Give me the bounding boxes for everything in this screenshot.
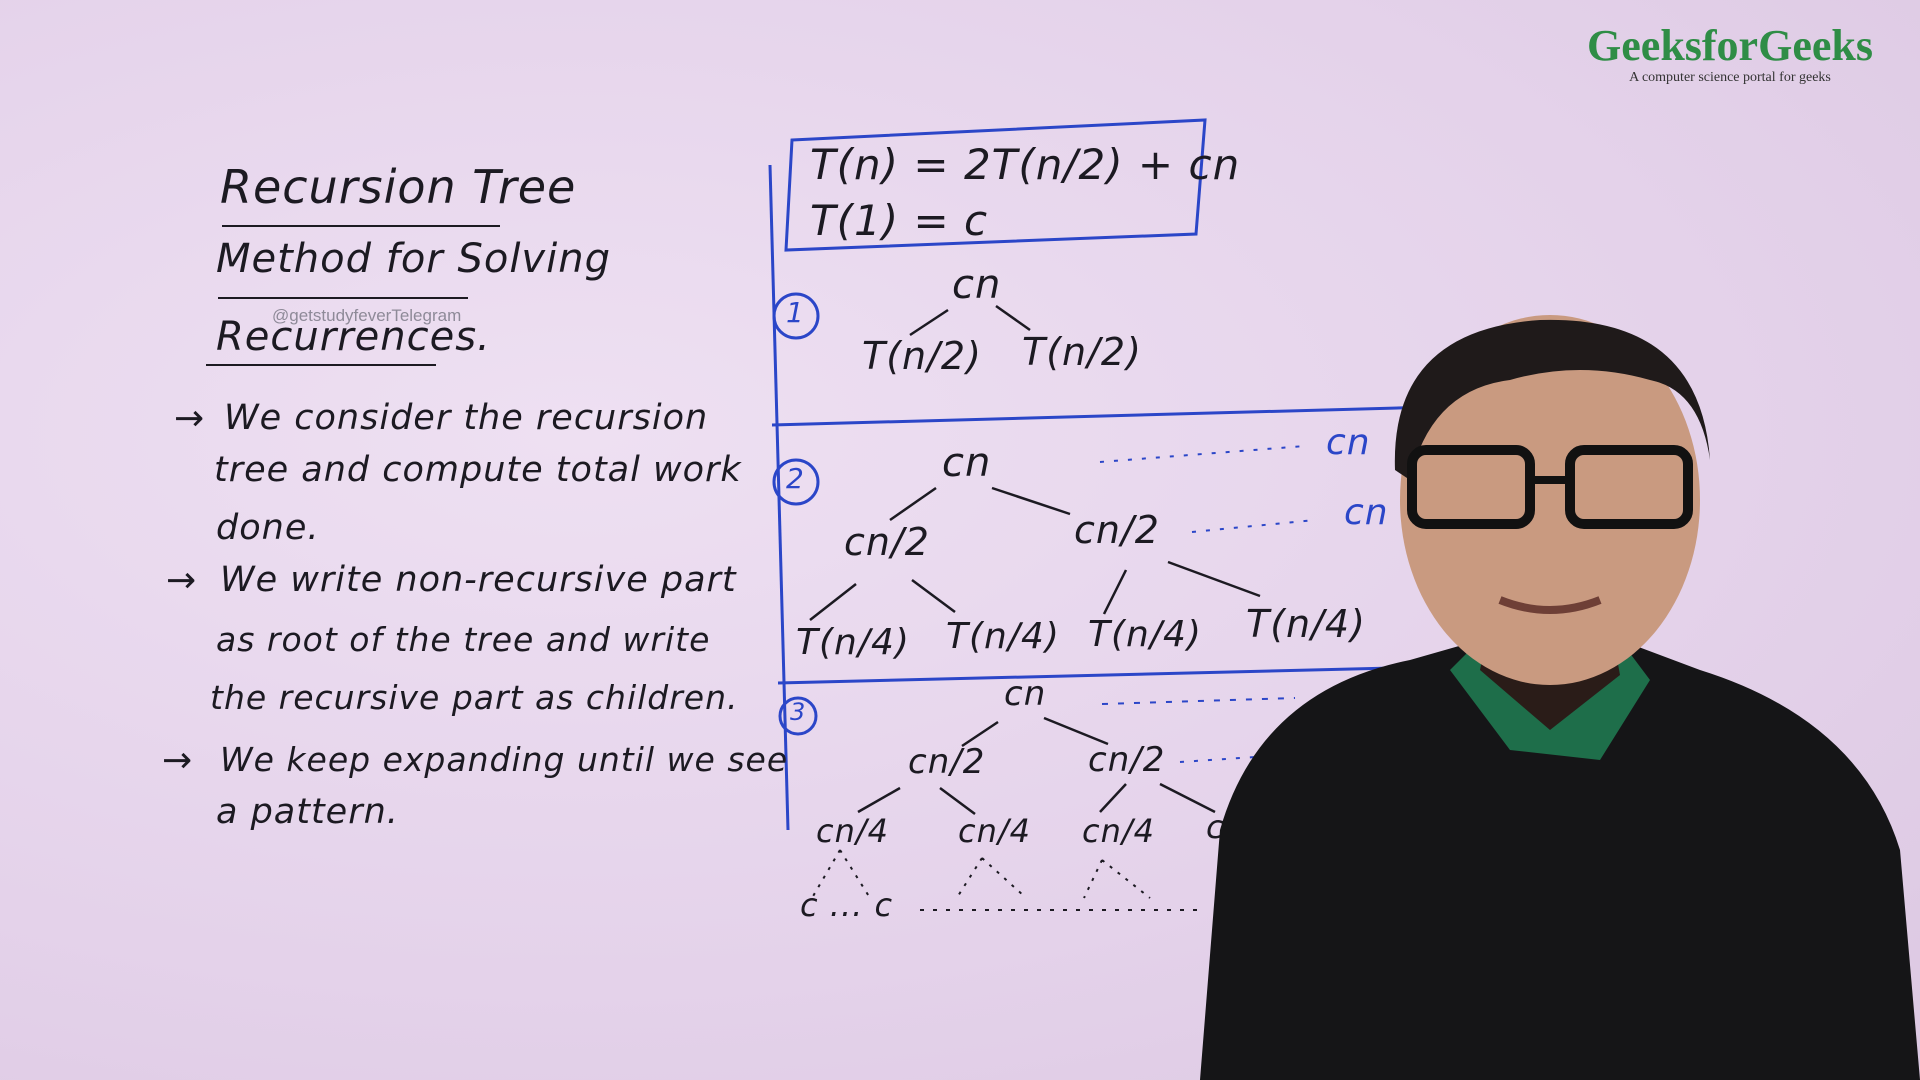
step-1-label: 1 bbox=[786, 296, 805, 329]
step2-l2-1: T(n/4) bbox=[796, 622, 910, 663]
step1-edge-right bbox=[995, 304, 1031, 332]
step2-l2-2: T(n/4) bbox=[946, 616, 1060, 657]
step3-leaves: c ... c bbox=[800, 886, 894, 924]
step3-l1-right: cn/2 bbox=[1088, 740, 1166, 780]
step2-edge-3 bbox=[809, 583, 857, 621]
bullet-3-arrow: → bbox=[162, 740, 194, 781]
title-line-1: Recursion Tree bbox=[220, 160, 577, 214]
step1-right: T(n/2) bbox=[1022, 330, 1142, 374]
step1-left: T(n/2) bbox=[862, 334, 982, 378]
step-2-label: 2 bbox=[786, 462, 805, 495]
step3-edge-5 bbox=[1099, 783, 1127, 813]
step2-edge-1 bbox=[889, 486, 937, 522]
step2-edge-2 bbox=[991, 486, 1071, 516]
step2-l1-right: cn/2 bbox=[1074, 508, 1160, 552]
bullet-1-line-3: done. bbox=[216, 508, 320, 548]
step3-edge-4 bbox=[939, 786, 976, 816]
bullet-3-line-2: a pattern. bbox=[216, 792, 399, 832]
bullet-1-line-1: We consider the recursion bbox=[224, 398, 709, 438]
step2-edge-5 bbox=[1102, 569, 1128, 615]
bullet-2-arrow: → bbox=[166, 560, 198, 601]
step3-l1-left: cn/2 bbox=[908, 742, 986, 782]
bullet-2-line-3: the recursive part as children. bbox=[210, 678, 739, 717]
step3-l2-1: cn/4 bbox=[816, 812, 890, 850]
title-line-3: Recurrences. bbox=[216, 314, 491, 360]
recurrence-line-1: T(n) = 2T(n/2) + cn bbox=[810, 140, 1241, 189]
step2-l1-left: cn/2 bbox=[844, 520, 930, 564]
bullet-1-line-2: tree and compute total work bbox=[214, 450, 742, 490]
step3-l2-2: cn/4 bbox=[958, 812, 1032, 850]
step1-edge-left bbox=[909, 308, 949, 337]
bullet-3-line-1: We keep expanding until we see bbox=[220, 740, 789, 779]
step2-root: cn bbox=[942, 440, 992, 486]
bullet-2-line-2: as root of the tree and write bbox=[216, 620, 711, 659]
step3-l2-3: cn/4 bbox=[1082, 812, 1156, 850]
bullet-1-arrow: → bbox=[174, 398, 206, 439]
recurrence-line-2: T(1) = c bbox=[810, 196, 989, 245]
step3-edge-3 bbox=[857, 786, 901, 814]
step2-edge-4 bbox=[911, 578, 956, 614]
presenter-person bbox=[1200, 315, 1920, 1080]
bullet-2-line-1: We write non-recursive part bbox=[220, 560, 737, 600]
step-3-label: 3 bbox=[790, 698, 807, 726]
title-line-2: Method for Solving bbox=[216, 236, 611, 282]
step1-root: cn bbox=[952, 262, 1002, 308]
step3-root: cn bbox=[1004, 674, 1047, 714]
